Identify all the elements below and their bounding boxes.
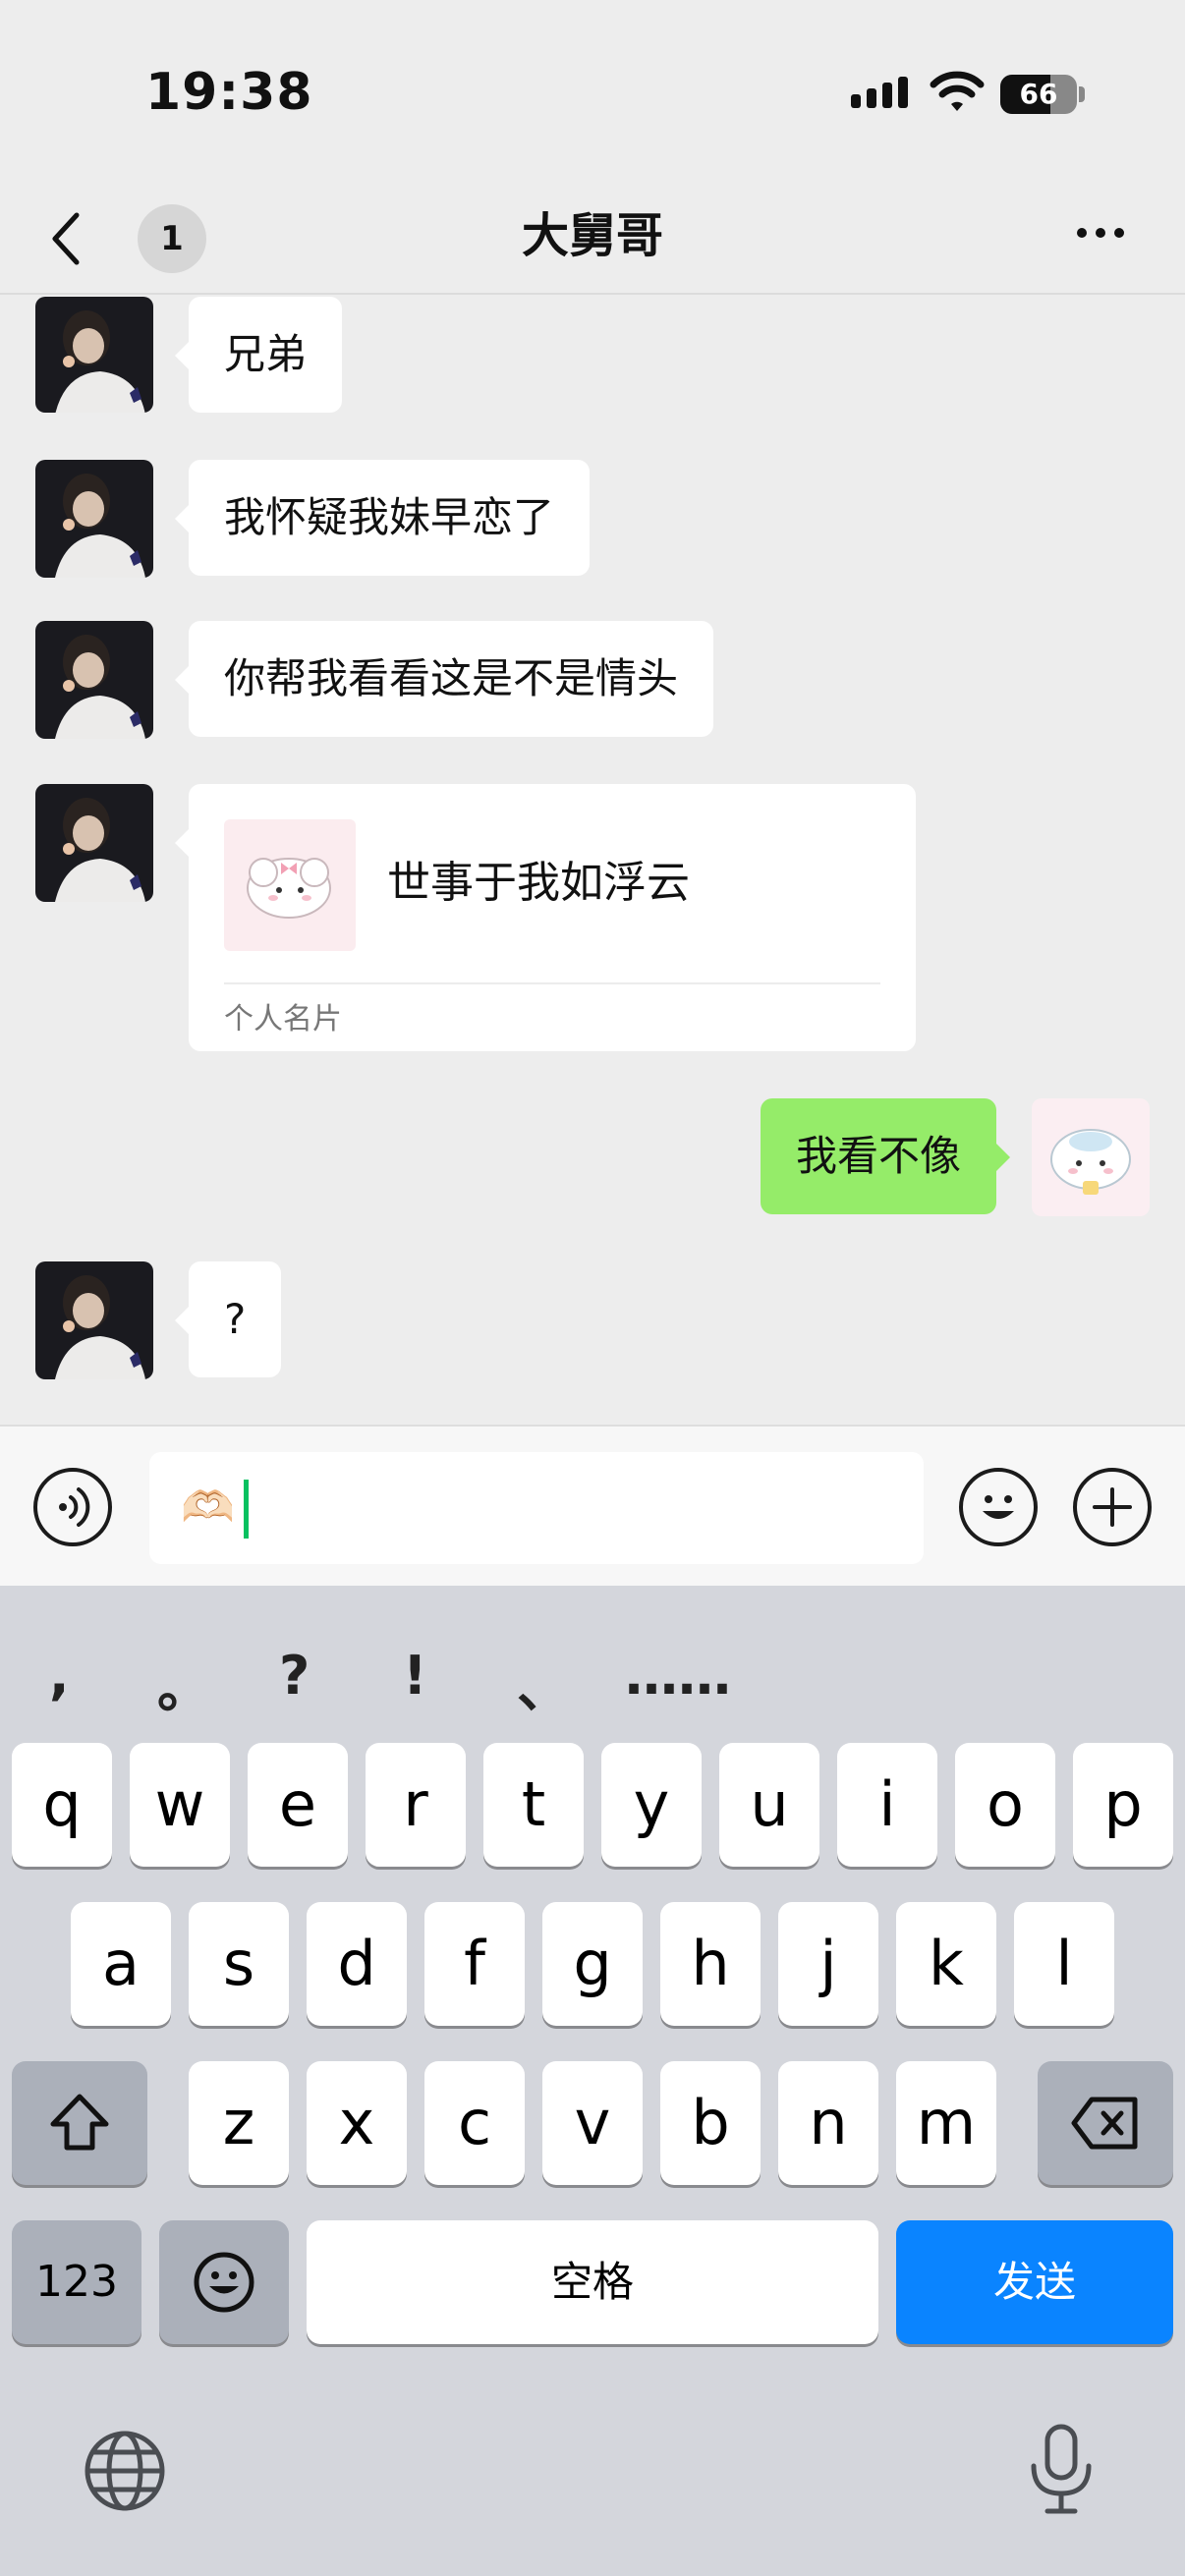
status-time: 19:38 [145,63,313,122]
key-x[interactable]: x [307,2061,407,2185]
numbers-key[interactable]: 123 [12,2220,141,2344]
plus-icon [1093,1487,1132,1527]
emoji-keyboard-key[interactable] [159,2220,289,2344]
key-w[interactable]: w [130,1743,230,1867]
key-j[interactable]: j [778,1902,878,2026]
battery-level: 66 [1019,78,1058,110]
punctuation-key[interactable]: ? [279,1645,310,1707]
key-b[interactable]: b [660,2061,761,2185]
key-m[interactable]: m [896,2061,996,2185]
message-bubble[interactable]: ? [174,1261,282,1377]
voice-input-button[interactable] [33,1468,112,1546]
divider [224,982,880,984]
contact-avatar[interactable] [35,784,153,902]
more-options-button[interactable] [1077,228,1124,238]
key-o[interactable]: o [955,1743,1055,1867]
punctuation-key[interactable]: …… [625,1645,731,1707]
shift-arrow-icon [50,2094,109,2151]
key-p[interactable]: p [1073,1743,1173,1867]
emoji-button[interactable] [959,1468,1038,1546]
person-photo-icon [35,621,153,739]
backspace-icon [1071,2097,1138,2150]
chat-header: 大舅哥 1 [0,187,1185,295]
wifi-icon [930,71,985,111]
keyboard: , 。 ? ! 、 …… q w e r t y u i o p a s d f… [0,1586,1185,2576]
contact-avatar[interactable] [35,1261,153,1379]
contact-card-type-label: 个人名片 [224,1002,342,1036]
key-u[interactable]: u [719,1743,819,1867]
contact-card-name: 世事于我如浮云 [387,858,690,908]
person-photo-icon [35,784,153,902]
message-bubble[interactable]: 兄弟 [174,297,343,413]
microphone-icon[interactable] [1022,2423,1100,2517]
punctuation-key[interactable]: 、 [517,1645,570,1722]
status-bar: 19:38 66 [0,0,1185,187]
punctuation-key[interactable]: 。 [157,1645,210,1722]
punctuation-bar: , 。 ? ! 、 …… [0,1625,1185,1723]
input-text: 🫶🏻 [181,1483,235,1533]
battery-tip [1079,86,1085,102]
message-bubble[interactable]: 我怀疑我妹早恋了 [174,460,591,576]
key-l[interactable]: l [1014,1902,1114,2026]
chevron-left-icon [52,212,80,265]
contact-avatar[interactable] [35,621,153,739]
contact-avatar[interactable] [35,460,153,578]
keyboard-home-area [0,2401,1185,2576]
cartoon-sheep-icon [1032,1098,1150,1216]
key-v[interactable]: v [542,2061,643,2185]
backspace-key[interactable] [1038,2061,1173,2185]
shift-key[interactable] [12,2061,147,2185]
space-key[interactable]: 空格 [307,2220,878,2344]
key-r[interactable]: r [366,1743,466,1867]
key-y[interactable]: y [601,1743,702,1867]
contact-avatar[interactable] [35,297,153,413]
key-d[interactable]: d [307,1902,407,2026]
cartoon-sheep-icon [224,819,356,951]
key-c[interactable]: c [424,2061,525,2185]
key-i[interactable]: i [837,1743,937,1867]
key-t[interactable]: t [483,1743,584,1867]
key-a[interactable]: a [71,1902,171,2026]
message-list[interactable]: 兄弟 我怀疑我妹早恋了 你帮我看看这是不是情头 世事于我如浮云 个人名片 我看不… [0,297,1185,1425]
key-s[interactable]: s [189,1902,289,2026]
key-k[interactable]: k [896,1902,996,2026]
key-h[interactable]: h [660,1902,761,2026]
punctuation-key[interactable]: , [49,1645,70,1707]
more-functions-button[interactable] [1073,1468,1152,1546]
cellular-signal-icon [851,77,908,108]
key-n[interactable]: n [778,2061,878,2185]
person-photo-icon [35,297,153,413]
person-photo-icon [35,1261,153,1379]
input-bar: 🫶🏻 [0,1425,1185,1586]
my-avatar[interactable] [1032,1098,1150,1216]
key-f[interactable]: f [424,1902,525,2026]
smiley-icon [194,2252,254,2313]
globe-icon[interactable] [83,2429,167,2513]
key-e[interactable]: e [248,1743,348,1867]
battery-icon: 66 [1000,75,1077,114]
back-button[interactable]: 1 [47,195,206,283]
punctuation-key[interactable]: ! [403,1645,427,1707]
unread-count-badge: 1 [138,204,206,273]
contact-card-message[interactable]: 世事于我如浮云 个人名片 [175,784,916,1051]
key-g[interactable]: g [542,1902,643,2026]
person-photo-icon [35,460,153,578]
send-key[interactable]: 发送 [896,2220,1173,2344]
message-bubble-outgoing[interactable]: 我看不像 [760,1098,1011,1214]
voice-icon [59,1487,90,1527]
smiley-icon [983,1495,1014,1519]
key-z[interactable]: z [189,2061,289,2185]
message-bubble[interactable]: 你帮我看看这是不是情头 [174,621,714,737]
key-q[interactable]: q [12,1743,112,1867]
message-input[interactable]: 🫶🏻 [149,1452,924,1564]
contact-card-avatar [224,819,356,951]
text-caret [244,1480,249,1539]
